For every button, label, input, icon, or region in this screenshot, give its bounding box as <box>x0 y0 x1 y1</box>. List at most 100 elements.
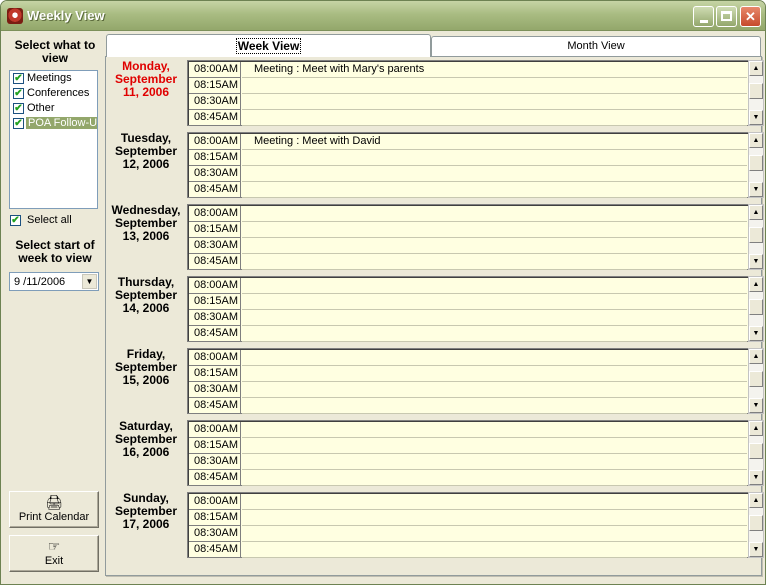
day-scrollbar[interactable]: ▲ ▼ <box>748 420 764 486</box>
scroll-down-icon[interactable]: ▼ <box>749 542 763 557</box>
event-slot[interactable] <box>242 422 747 438</box>
scroll-up-icon[interactable]: ▲ <box>749 349 763 364</box>
scroll-down-icon[interactable]: ▼ <box>749 182 763 197</box>
title-bar[interactable]: Weekly View ✕ <box>1 1 765 31</box>
close-icon: ✕ <box>745 9 756 24</box>
day-scrollbar[interactable]: ▲ ▼ <box>748 348 764 414</box>
event-slot[interactable] <box>242 366 747 382</box>
day-schedule-grid[interactable]: 08:00AM 08:15AM 08:30AM 08:45AM Meeting … <box>187 132 748 198</box>
event-column: Meeting : Meet with David <box>242 134 747 198</box>
category-label: Conferences <box>27 87 90 99</box>
maximize-icon <box>721 11 732 21</box>
scroll-down-icon[interactable]: ▼ <box>749 326 763 341</box>
category-item-meetings[interactable]: ✔ Meetings <box>10 71 97 86</box>
day-schedule-grid[interactable]: 08:00AM 08:15AM 08:30AM 08:45AM Meeting … <box>187 60 748 126</box>
event-slot[interactable] <box>242 150 747 166</box>
start-date-picker[interactable]: 9 /11/2006 ▼ <box>9 272 99 291</box>
day-schedule-grid[interactable]: 08:00AM 08:15AM 08:30AM 08:45AM <box>187 492 748 558</box>
time-slot: 08:45AM <box>189 110 241 126</box>
minimize-button[interactable] <box>693 6 714 27</box>
time-slot: 08:00AM <box>189 206 241 222</box>
scroll-thumb[interactable] <box>749 371 763 387</box>
exit-button[interactable]: ☞ Exit <box>9 535 99 572</box>
event-slot[interactable] <box>242 350 747 366</box>
window-title: Weekly View <box>27 8 105 23</box>
event-slot[interactable] <box>242 438 747 454</box>
event-slot[interactable] <box>242 326 747 342</box>
select-all-checkbox[interactable]: ✔ Select all <box>9 214 101 229</box>
time-slot: 08:00AM <box>189 422 241 438</box>
tab-week-label: Week View <box>235 38 302 54</box>
scroll-thumb[interactable] <box>749 227 763 243</box>
event-slot[interactable] <box>242 238 747 254</box>
scroll-down-icon[interactable]: ▼ <box>749 110 763 125</box>
scroll-down-icon[interactable]: ▼ <box>749 254 763 269</box>
event-slot[interactable] <box>242 294 747 310</box>
scroll-down-icon[interactable]: ▼ <box>749 398 763 413</box>
event-slot[interactable] <box>242 94 747 110</box>
scroll-up-icon[interactable]: ▲ <box>749 277 763 292</box>
scroll-thumb[interactable] <box>749 155 763 171</box>
event-slot[interactable] <box>242 526 747 542</box>
event-slot[interactable] <box>242 454 747 470</box>
close-button[interactable]: ✕ <box>740 6 761 27</box>
event-slot[interactable] <box>242 382 747 398</box>
event-slot[interactable] <box>242 222 747 238</box>
checkbox-meetings[interactable]: ✔ <box>13 73 24 84</box>
event-slot[interactable] <box>242 278 747 294</box>
day-schedule-grid[interactable]: 08:00AM 08:15AM 08:30AM 08:45AM <box>187 420 748 486</box>
event-slot[interactable] <box>242 398 747 414</box>
select-all-check-icon[interactable]: ✔ <box>10 215 21 226</box>
time-slot: 08:15AM <box>189 510 241 526</box>
checkbox-other[interactable]: ✔ <box>13 103 24 114</box>
category-list[interactable]: ✔ Meetings ✔ Conferences ✔ Other ✔ POA F… <box>9 70 98 209</box>
event-slot[interactable] <box>242 510 747 526</box>
time-slot: 08:30AM <box>189 454 241 470</box>
tab-week-view[interactable]: Week View <box>106 34 431 57</box>
tab-month-view[interactable]: Month View <box>431 36 761 56</box>
maximize-button[interactable] <box>716 6 737 27</box>
print-calendar-button[interactable]: 🖨 Print Calendar <box>9 491 99 528</box>
scroll-thumb[interactable] <box>749 83 763 99</box>
event-slot[interactable] <box>242 542 747 558</box>
scroll-up-icon[interactable]: ▲ <box>749 493 763 508</box>
day-scrollbar[interactable]: ▲ ▼ <box>748 492 764 558</box>
day-scrollbar[interactable]: ▲ ▼ <box>748 276 764 342</box>
checkbox-conferences[interactable]: ✔ <box>13 88 24 99</box>
day-schedule-grid[interactable]: 08:00AM 08:15AM 08:30AM 08:45AM <box>187 348 748 414</box>
checkbox-poa-follow-up[interactable]: ✔ <box>13 118 24 129</box>
day-label: Thursday, September 14, 2006 <box>114 275 178 315</box>
event-column <box>242 206 747 270</box>
day-scrollbar[interactable]: ▲ ▼ <box>748 60 764 126</box>
event-slot[interactable] <box>242 78 747 94</box>
event-slot[interactable]: Meeting : Meet with David <box>242 134 747 150</box>
day-block-wednesday: Wednesday, September 13, 2006 08:00AM 08… <box>106 201 764 271</box>
event-slot[interactable] <box>242 110 747 126</box>
time-column: 08:00AM 08:15AM 08:30AM 08:45AM <box>189 278 241 342</box>
chevron-down-icon[interactable]: ▼ <box>82 274 97 289</box>
scroll-thumb[interactable] <box>749 443 763 459</box>
event-slot[interactable] <box>242 206 747 222</box>
event-slot[interactable] <box>242 166 747 182</box>
day-scrollbar[interactable]: ▲ ▼ <box>748 132 764 198</box>
scroll-up-icon[interactable]: ▲ <box>749 205 763 220</box>
scroll-thumb[interactable] <box>749 299 763 315</box>
scroll-down-icon[interactable]: ▼ <box>749 470 763 485</box>
day-schedule-grid[interactable]: 08:00AM 08:15AM 08:30AM 08:45AM <box>187 276 748 342</box>
category-item-conferences[interactable]: ✔ Conferences <box>10 86 97 101</box>
day-scrollbar[interactable]: ▲ ▼ <box>748 204 764 270</box>
event-slot[interactable] <box>242 310 747 326</box>
day-schedule-grid[interactable]: 08:00AM 08:15AM 08:30AM 08:45AM <box>187 204 748 270</box>
exit-label: Exit <box>44 555 64 567</box>
scroll-up-icon[interactable]: ▲ <box>749 421 763 436</box>
scroll-up-icon[interactable]: ▲ <box>749 61 763 76</box>
event-slot[interactable] <box>242 470 747 486</box>
category-item-other[interactable]: ✔ Other <box>10 101 97 116</box>
scroll-up-icon[interactable]: ▲ <box>749 133 763 148</box>
event-slot[interactable] <box>242 182 747 198</box>
event-slot[interactable] <box>242 494 747 510</box>
category-item-poa-follow-up[interactable]: ✔ POA Follow-Up <box>10 116 97 131</box>
event-slot[interactable]: Meeting : Meet with Mary's parents <box>242 62 747 78</box>
event-slot[interactable] <box>242 254 747 270</box>
scroll-thumb[interactable] <box>749 515 763 531</box>
